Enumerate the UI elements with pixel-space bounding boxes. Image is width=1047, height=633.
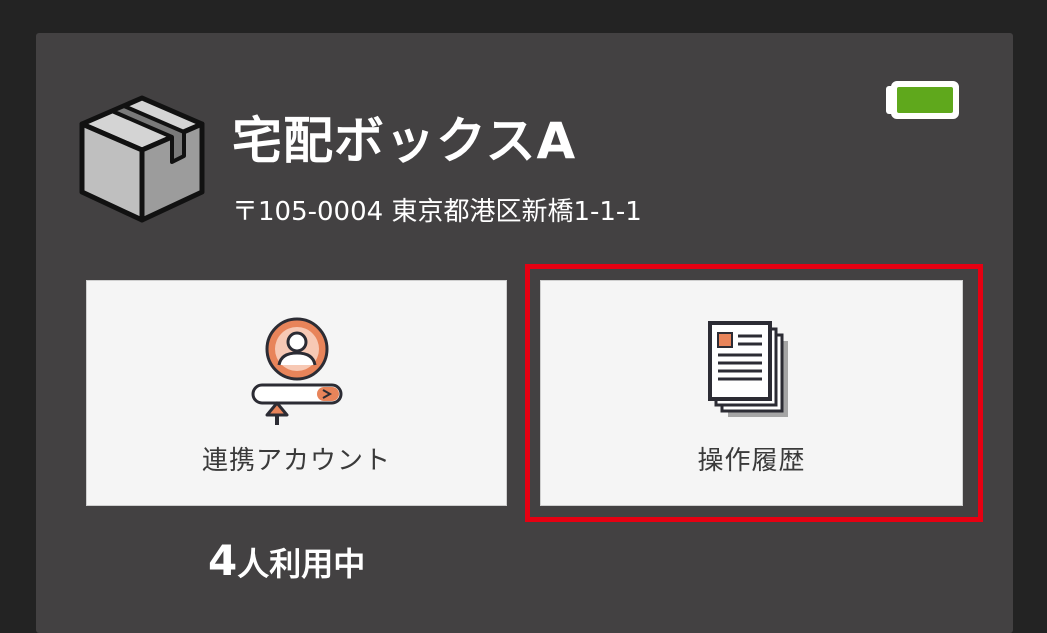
linked-accounts-label: 連携アカウント: [201, 446, 391, 476]
linked-accounts-button[interactable]: 連携アカウント: [86, 280, 507, 506]
account-link-icon: [251, 317, 342, 425]
usage-suffix: 人利用中: [237, 545, 366, 583]
device-title: 宅配ボックスA: [232, 112, 577, 170]
battery-icon: [886, 81, 959, 119]
usage-status: 4人利用中: [208, 536, 365, 595]
usage-count: 4: [208, 536, 238, 585]
device-address: 〒105-0004 東京都港区新橋1-1-1: [232, 197, 642, 227]
operation-history-button[interactable]: 操作履歴: [540, 280, 963, 506]
operation-history-label: 操作履歴: [697, 446, 806, 476]
package-box-icon: [79, 95, 205, 223]
history-document-icon: [707, 321, 788, 417]
